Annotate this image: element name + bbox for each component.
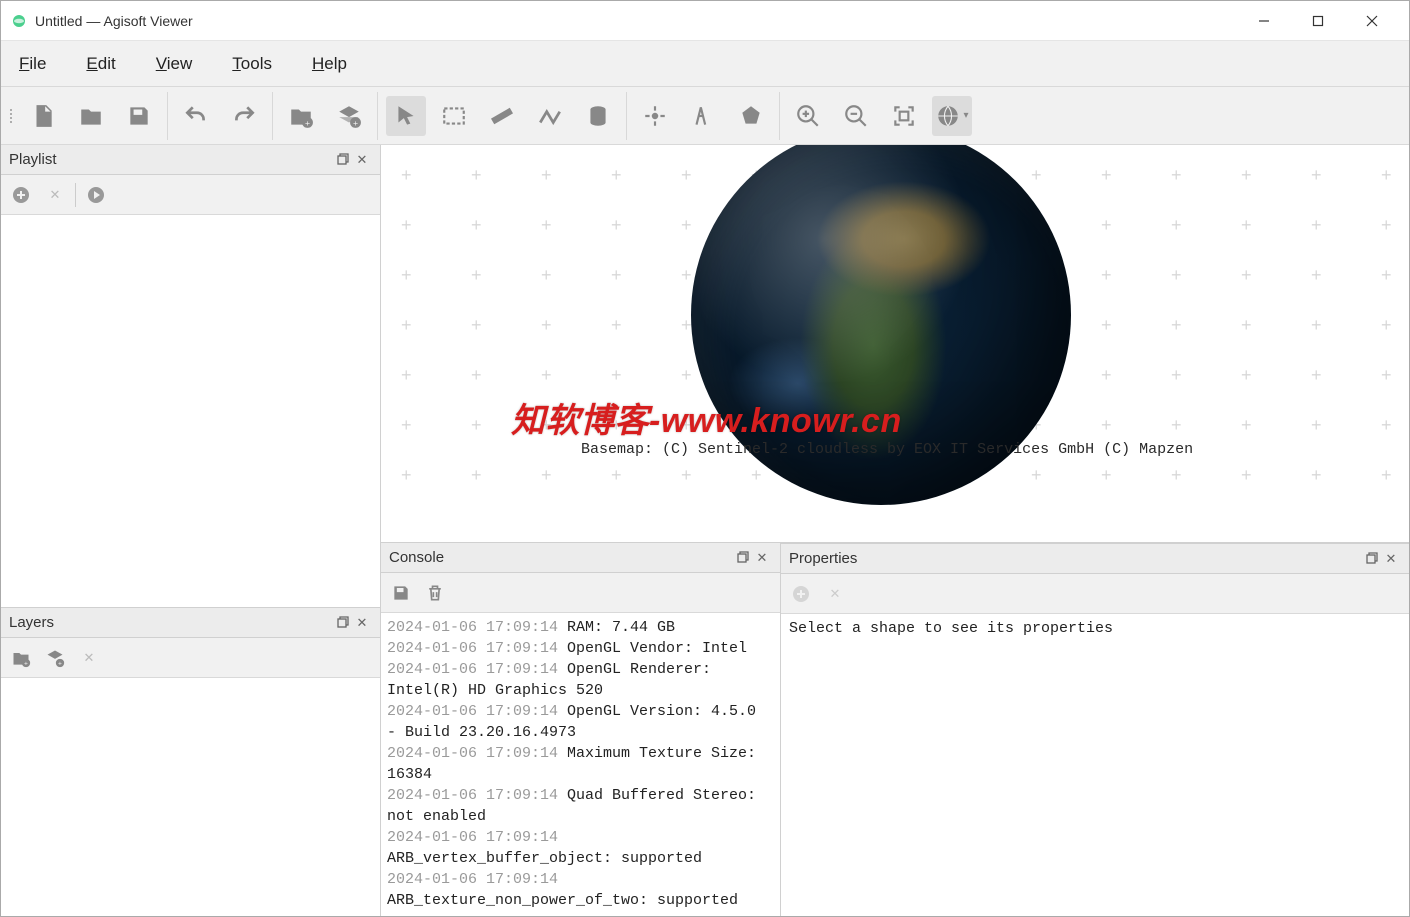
close-panel-icon[interactable]: ✕	[352, 613, 372, 633]
menubar: File Edit View Tools Help	[1, 41, 1409, 87]
properties-title: Properties	[789, 550, 1361, 567]
add-property-icon[interactable]	[787, 580, 815, 608]
menu-file[interactable]: File	[13, 48, 52, 80]
menu-edit[interactable]: Edit	[80, 48, 121, 80]
chevron-down-icon[interactable]: ▾	[963, 110, 968, 121]
pointer-icon[interactable]	[386, 96, 426, 136]
layers-title: Layers	[9, 614, 332, 631]
undo-icon[interactable]	[176, 96, 216, 136]
menu-view[interactable]: View	[150, 48, 199, 80]
svg-text:+: +	[305, 117, 310, 127]
properties-placeholder: Select a shape to see its properties	[781, 614, 1409, 916]
layers-panel: Layers ✕ + + ✕	[1, 607, 380, 916]
zoom-in-icon[interactable]	[788, 96, 828, 136]
compass-icon[interactable]	[683, 96, 723, 136]
close-panel-icon[interactable]: ✕	[352, 150, 372, 170]
console-panel: Console ✕ 2024-01-06 17:09:14 RAM: 7.44 …	[381, 543, 781, 916]
cylinder-icon[interactable]	[578, 96, 618, 136]
window-title: Untitled — Agisoft Viewer	[35, 13, 1237, 29]
watermark-text: 知软博客-www.knowr.cn	[511, 393, 902, 442]
svg-text:+: +	[24, 660, 28, 667]
fit-view-icon[interactable]	[884, 96, 924, 136]
save-log-icon[interactable]	[387, 579, 415, 607]
clear-log-icon[interactable]	[421, 579, 449, 607]
polyline-icon[interactable]	[530, 96, 570, 136]
open-folder-icon[interactable]	[71, 96, 111, 136]
properties-panel: Properties ✕ ✕ Select a shape to see its…	[781, 543, 1409, 916]
remove-layer-icon[interactable]: ✕	[75, 644, 103, 672]
redo-icon[interactable]	[224, 96, 264, 136]
app-icon	[11, 13, 27, 29]
console-log[interactable]: 2024-01-06 17:09:14 RAM: 7.44 GB2024-01-…	[381, 613, 780, 916]
remove-property-icon[interactable]: ✕	[821, 580, 849, 608]
menu-help[interactable]: Help	[306, 48, 353, 80]
viewport-3d[interactable]: ++++++++++++++++++++++++++++++++++++++++…	[381, 145, 1409, 542]
remove-playlist-item-icon[interactable]: ✕	[41, 181, 69, 209]
close-panel-icon[interactable]: ✕	[1381, 549, 1401, 569]
console-title: Console	[389, 549, 732, 566]
minimize-button[interactable]	[1237, 2, 1291, 40]
playlist-title: Playlist	[9, 151, 332, 168]
add-layer-icon[interactable]: +	[329, 96, 369, 136]
close-button[interactable]	[1345, 2, 1399, 40]
svg-text:+: +	[353, 117, 358, 127]
maximize-button[interactable]	[1291, 2, 1345, 40]
zoom-out-icon[interactable]	[836, 96, 876, 136]
svg-text:+: +	[58, 660, 62, 667]
new-document-icon[interactable]	[23, 96, 63, 136]
menu-tools[interactable]: Tools	[226, 48, 278, 80]
restore-icon[interactable]	[1361, 549, 1381, 569]
add-layer-shape-icon[interactable]: +	[41, 644, 69, 672]
add-playlist-item-icon[interactable]	[7, 181, 35, 209]
playlist-panel: Playlist ✕ ✕	[1, 145, 380, 607]
add-layer-folder-icon[interactable]: +	[7, 644, 35, 672]
globe-view-icon[interactable]: ▾	[932, 96, 972, 136]
save-icon[interactable]	[119, 96, 159, 136]
play-icon[interactable]	[82, 181, 110, 209]
polygon-icon[interactable]	[731, 96, 771, 136]
restore-icon[interactable]	[332, 150, 352, 170]
snap-point-icon[interactable]	[635, 96, 675, 136]
titlebar: Untitled — Agisoft Viewer	[1, 1, 1409, 41]
ruler-icon[interactable]	[482, 96, 522, 136]
add-folder-icon[interactable]: +	[281, 96, 321, 136]
restore-icon[interactable]	[732, 548, 752, 568]
close-panel-icon[interactable]: ✕	[752, 548, 772, 568]
rectangle-select-icon[interactable]	[434, 96, 474, 136]
basemap-credits: Basemap: (C) Sentinel-2 cloudless by EOX…	[581, 441, 1193, 458]
toolbar: + + ▾	[1, 87, 1409, 145]
restore-icon[interactable]	[332, 613, 352, 633]
